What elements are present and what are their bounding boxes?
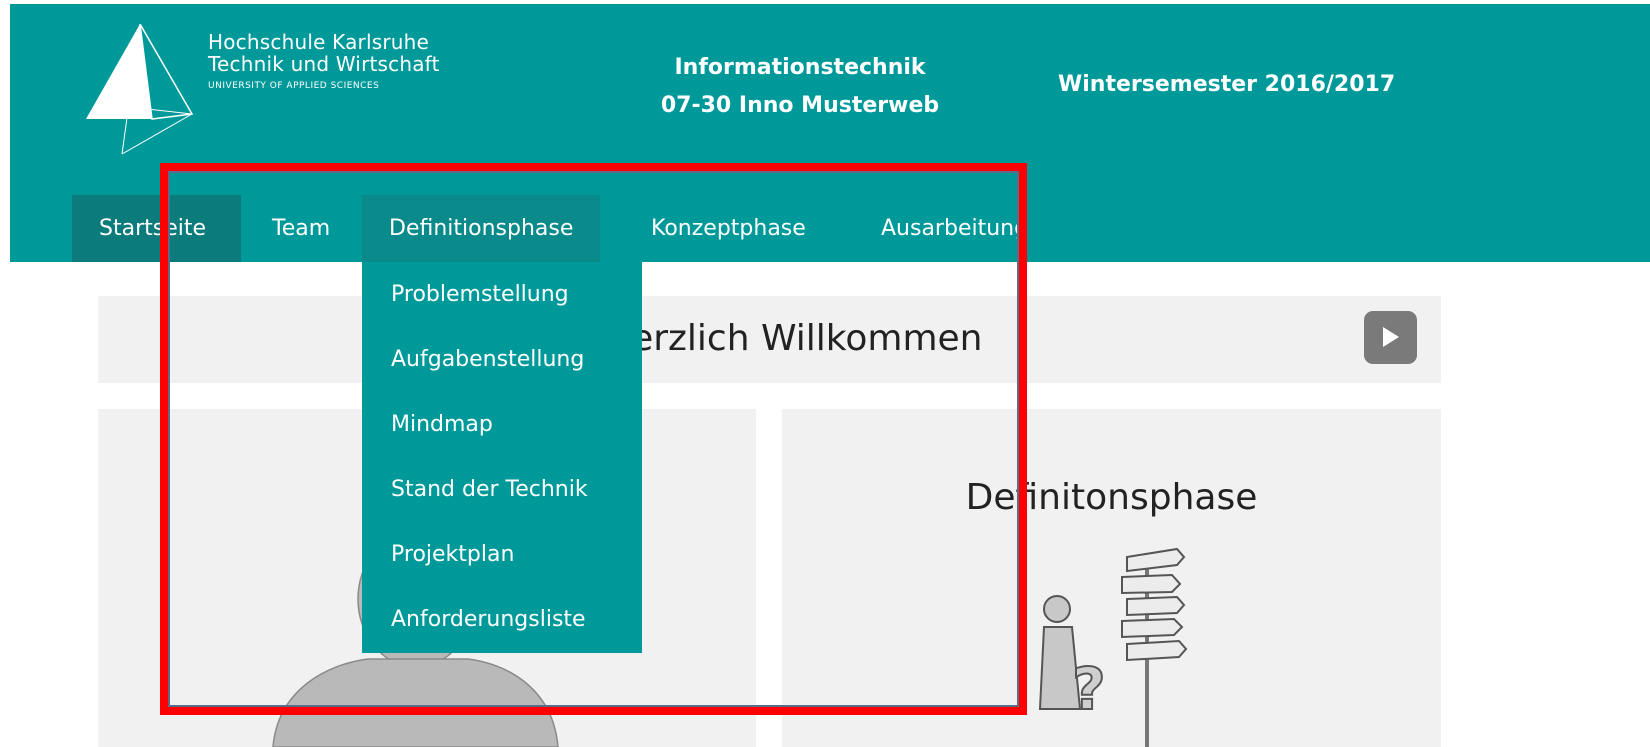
course-title: Informationstechnik 07-30 Inno Musterweb xyxy=(590,49,1010,125)
logo-text: Hochschule Karlsruhe Technik und Wirtsch… xyxy=(208,31,440,91)
svg-text:?: ? xyxy=(1072,655,1106,723)
highlight-inner-border xyxy=(168,171,1019,707)
course-line1: Informationstechnik xyxy=(674,55,926,80)
logo-icon xyxy=(86,24,194,155)
logo-line3: UNIVERSITY OF APPLIED SCIENCES xyxy=(208,81,380,91)
logo-line2: Technik und Wirtschaft xyxy=(208,52,440,76)
highlight-box xyxy=(160,163,1027,715)
play-icon xyxy=(1383,327,1399,347)
semester-label: Wintersemester 2016/2017 xyxy=(1058,72,1396,97)
course-line2: 07-30 Inno Musterweb xyxy=(660,93,940,118)
university-logo[interactable]: Hochschule Karlsruhe Technik und Wirtsch… xyxy=(82,24,482,159)
play-button[interactable] xyxy=(1364,311,1417,364)
logo-line1: Hochschule Karlsruhe xyxy=(208,30,430,54)
